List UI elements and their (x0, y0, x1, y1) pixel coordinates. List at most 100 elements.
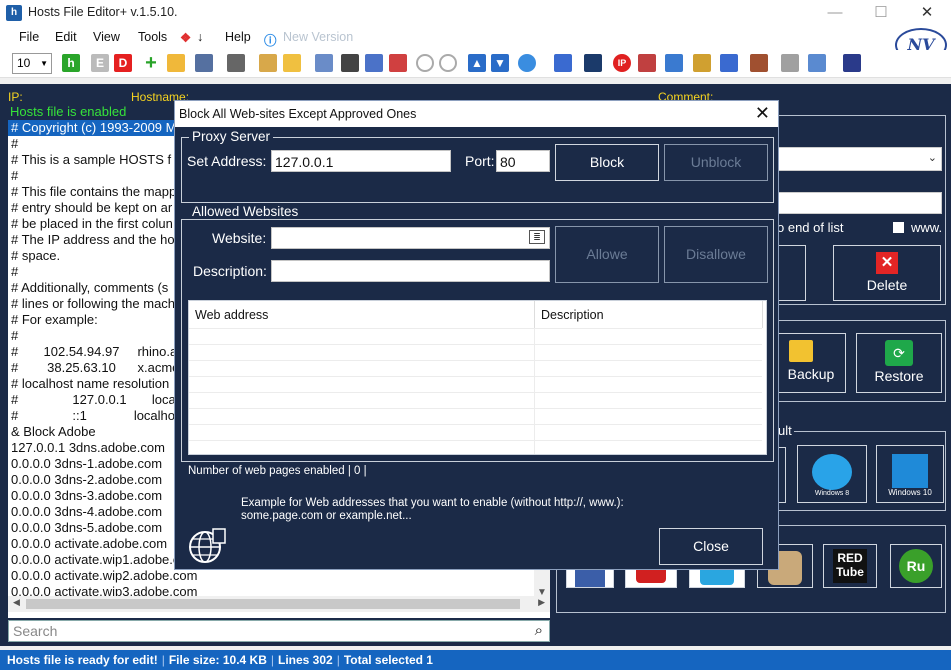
user-icon[interactable] (341, 54, 359, 72)
scroll-left-icon[interactable]: ◀ (13, 597, 20, 608)
menu-view[interactable]: View (93, 30, 120, 44)
close-button[interactable]: Close (659, 528, 763, 565)
brush-icon[interactable] (693, 54, 711, 72)
remove-icon[interactable] (638, 54, 656, 72)
close-window-button[interactable]: ✕ (904, 0, 950, 26)
chevron-down-icon: ⌄ (927, 152, 937, 164)
globe-network-icon (189, 528, 226, 563)
add-to-end-label: o end of list (777, 220, 844, 235)
search-icon[interactable]: ⌕ (535, 622, 543, 639)
menu-edit[interactable]: Edit (55, 30, 77, 44)
restore-button[interactable]: ⟳ Restore (856, 333, 942, 393)
menu-tools[interactable]: Tools (138, 30, 167, 44)
disallow-button[interactable]: Disallowe (664, 226, 768, 283)
delete-button[interactable]: ✕ Delete (833, 245, 941, 301)
hosts-icon[interactable]: h (62, 54, 80, 72)
scrollbar-thumb[interactable] (26, 599, 520, 609)
entry-input[interactable] (776, 192, 942, 214)
lock-icon[interactable] (781, 54, 799, 72)
toolbar: 10 ▼ h E D + ▲ ▼ IP (0, 50, 951, 78)
col-description[interactable]: Description (535, 301, 763, 328)
chevron-down-icon: ▼ (40, 59, 48, 68)
menu-file[interactable]: File (19, 30, 39, 44)
search-input[interactable]: Search ⌕ (8, 620, 550, 642)
editor-line[interactable]: 0.0.0.0 activate.wip2.adobe.com (8, 568, 550, 584)
expand-icon[interactable] (808, 54, 826, 72)
windows8-logo-icon (812, 454, 852, 490)
block-icon[interactable] (554, 54, 572, 72)
redtube-tile[interactable]: RED Tube (823, 544, 877, 588)
check-icon[interactable] (416, 54, 434, 72)
tools-icon[interactable] (227, 54, 245, 72)
port-input[interactable]: 80 (496, 150, 550, 172)
unblock-button[interactable]: Unblock (664, 144, 768, 181)
website-input[interactable] (271, 227, 550, 249)
save-icon[interactable] (195, 54, 213, 72)
menu-help[interactable]: Help (225, 30, 251, 44)
menu-new-version[interactable]: New Version (283, 30, 353, 44)
scroll-right-icon[interactable]: ▶ (538, 597, 545, 608)
search-placeholder: Search (13, 623, 58, 639)
table-row[interactable] (189, 360, 762, 376)
open-folder-icon[interactable] (167, 54, 185, 72)
set-address-input[interactable]: 127.0.0.1 (271, 150, 451, 172)
edit-icon[interactable] (259, 54, 277, 72)
menu-windows-dropdown[interactable]: ↓ (197, 30, 203, 44)
globe-icon[interactable] (518, 54, 536, 72)
add-icon[interactable]: + (142, 53, 160, 73)
table-row[interactable] (189, 344, 762, 360)
col-web-address[interactable]: Web address (189, 301, 535, 328)
move-down-icon[interactable]: ▼ (491, 54, 509, 72)
minimize-button[interactable]: — (812, 0, 858, 26)
horizontal-scrollbar[interactable]: ◀ ▶ (8, 596, 550, 612)
close-icon[interactable]: ✕ (755, 103, 770, 124)
table-row[interactable] (189, 376, 762, 392)
zoom-select[interactable]: 10 ▼ (12, 53, 52, 74)
enabled-count-text: Number of web pages enabled | 0 | (188, 465, 367, 477)
package-icon[interactable] (750, 54, 768, 72)
delete-list-icon[interactable] (389, 54, 407, 72)
restore-clock-icon: ⟳ (885, 340, 913, 366)
www-checkbox[interactable] (893, 222, 904, 233)
pin-icon[interactable] (720, 54, 738, 72)
disable-icon[interactable]: D (114, 54, 132, 72)
backup-button[interactable]: Backup (776, 333, 846, 393)
ru-tile[interactable]: Ru (890, 544, 942, 588)
backup-folder-icon (789, 340, 813, 362)
table-row[interactable] (189, 392, 762, 408)
paste-list-icon[interactable]: ≣ (529, 230, 545, 244)
window-title: Hosts File Editor+ v.1.5.10. (28, 5, 178, 19)
allow-button[interactable]: Allowe (555, 226, 659, 283)
filter-icon[interactable] (665, 54, 683, 72)
menu-bar: File Edit View Tools ❖ ↓ Help ⓘ New Vers… (0, 26, 951, 50)
table-row[interactable] (189, 440, 762, 456)
description-input[interactable] (271, 260, 550, 282)
entry-type-select[interactable]: ⌄ (776, 147, 942, 171)
allowed-sites-table[interactable]: Web address Description (188, 300, 767, 455)
enable-icon[interactable]: E (91, 54, 109, 72)
select-icon[interactable] (315, 54, 333, 72)
status-separator: | (336, 653, 340, 667)
check-all-icon[interactable] (439, 54, 457, 72)
windows-flag-icon[interactable]: ❖ (180, 30, 191, 45)
port-label: Port: (465, 153, 495, 169)
language-flag-icon[interactable] (843, 54, 861, 72)
status-lines: Lines 302 (278, 653, 333, 667)
folder-icon[interactable] (283, 54, 301, 72)
status-bar: Hosts file is ready for edit! | File size:… (0, 650, 951, 670)
copy-icon[interactable] (365, 54, 383, 72)
block-button[interactable]: Block (555, 144, 659, 181)
move-up-icon[interactable]: ▲ (468, 54, 486, 72)
windows10-button[interactable]: Windows 10 (876, 445, 944, 503)
maximize-button[interactable]: ☐ (858, 0, 904, 26)
table-row[interactable] (189, 328, 762, 344)
delete-icon: ✕ (876, 252, 898, 274)
table-row[interactable] (189, 408, 762, 424)
delete-label: Delete (866, 277, 908, 293)
ip-icon[interactable]: IP (613, 54, 631, 72)
network-icon[interactable] (584, 54, 602, 72)
table-row[interactable] (189, 424, 762, 440)
add-button[interactable] (778, 245, 806, 301)
windows8-button[interactable]: Windows 8 (797, 445, 867, 503)
status-separator: | (270, 653, 274, 667)
